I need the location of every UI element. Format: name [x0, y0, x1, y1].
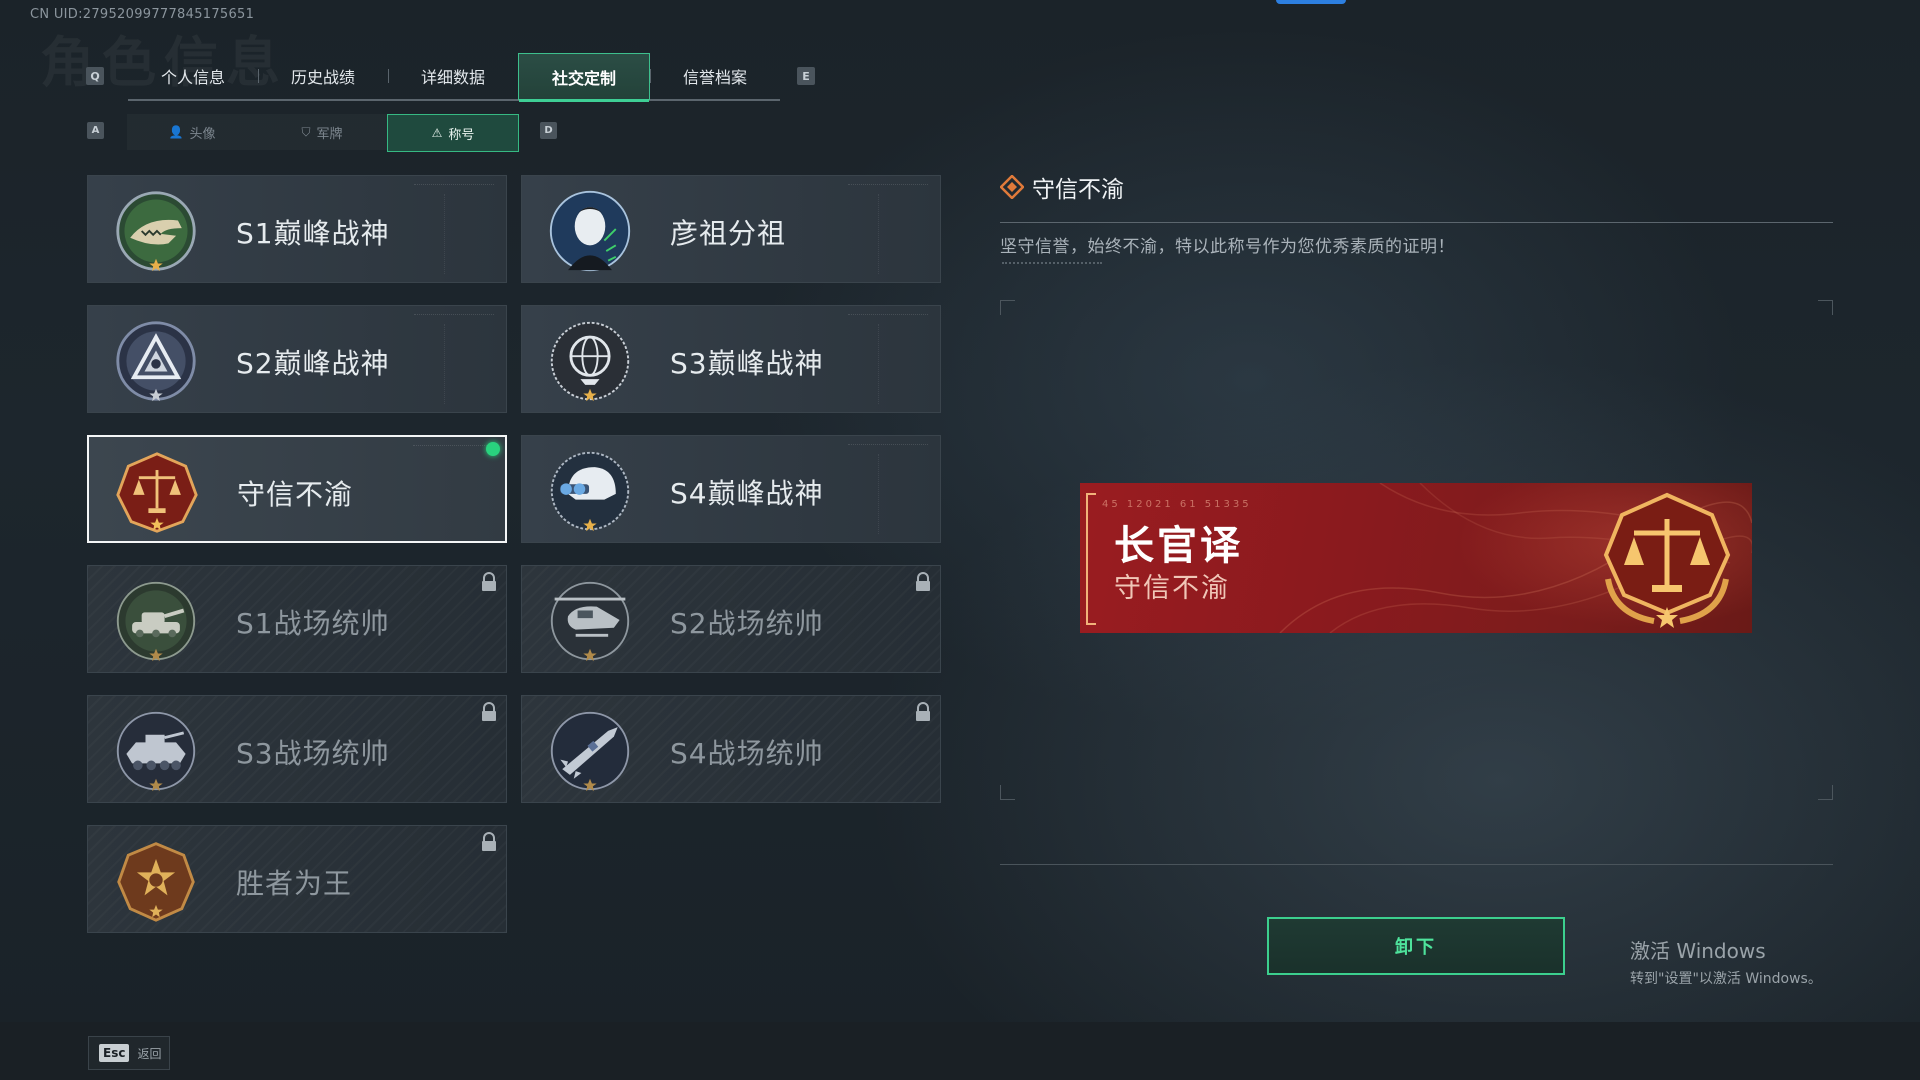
tab-detailed-data[interactable]: 详细数据	[388, 53, 518, 99]
tank-emblem-icon	[113, 578, 199, 664]
title-card-label: S2巅峰战神	[236, 347, 390, 380]
lock-icon	[916, 572, 930, 591]
helicopter-emblem-icon	[547, 578, 633, 664]
helmet-emblem-icon	[547, 448, 633, 534]
back-button[interactable]: Esc 返回	[88, 1036, 170, 1070]
title-card[interactable]: S3巅峰战神	[521, 305, 941, 413]
detail-title-text: 守信不渝	[1032, 177, 1124, 203]
missile-emblem-icon	[547, 708, 633, 794]
top-indicator	[1276, 0, 1346, 4]
title-card-label: 胜者为王	[236, 867, 353, 900]
detail-description: 坚守信誉，始终不渝，特以此称号作为您优秀素质的证明！	[1000, 237, 1455, 257]
equipped-indicator	[486, 442, 500, 456]
activation-line2: 转到"设置"以激活 Windows。	[1630, 971, 1822, 987]
title-card-selected[interactable]: 守信不渝	[87, 435, 507, 543]
windows-activation-watermark: 激活 Windows 转到"设置"以激活 Windows。	[1630, 935, 1822, 988]
armored-vehicle-emblem-icon	[113, 708, 199, 794]
title-card-label: S2战场统帅	[670, 607, 824, 640]
lock-icon	[482, 572, 496, 591]
lock-icon	[482, 832, 496, 851]
footer-bar	[0, 1022, 1920, 1080]
title-card[interactable]: S2巅峰战神	[87, 305, 507, 413]
person-icon: 👤	[168, 125, 184, 139]
title-card[interactable]: S1巅峰战神	[87, 175, 507, 283]
title-card[interactable]: 彦祖分祖	[521, 175, 941, 283]
title-card-label: 守信不渝	[237, 478, 354, 511]
tab-personal-info[interactable]: 个人信息	[128, 53, 258, 99]
scales-emblem-icon	[1603, 492, 1731, 628]
detail-divider	[1000, 222, 1833, 223]
portrait-emblem-icon	[547, 188, 633, 274]
activation-line1: 激活 Windows	[1630, 939, 1766, 963]
tab-history[interactable]: 历史战绩	[258, 53, 388, 99]
next-tab-key-hint: E	[797, 67, 815, 85]
title-card[interactable]: S4巅峰战神	[521, 435, 941, 543]
main-tab-bar: 个人信息 历史战绩 详细数据 社交定制 信誉档案	[128, 53, 780, 102]
tab-credit-record[interactable]: 信誉档案	[650, 53, 780, 99]
back-label: 返回	[137, 1046, 162, 1061]
title-icon: ⚠	[431, 126, 443, 140]
title-card-label: S3战场统帅	[236, 737, 390, 770]
subtab-avatar[interactable]: 👤 头像	[127, 114, 257, 150]
scales-emblem-icon	[114, 449, 200, 535]
subtab-dogtag[interactable]: ⛉ 军牌	[257, 114, 387, 150]
title-card-locked[interactable]: 胜者为王	[87, 825, 507, 933]
title-card-locked[interactable]: S1战场统帅	[87, 565, 507, 673]
sub-tab-bar: 👤 头像 ⛉ 军牌 ⚠ 称号	[127, 114, 519, 152]
title-card-locked[interactable]: S3战场统帅	[87, 695, 507, 803]
prev-subtab-key-hint: A	[87, 122, 104, 139]
title-card-label: S1巅峰战神	[236, 217, 390, 250]
title-card-label: S4战场统帅	[670, 737, 824, 770]
detail-sub-divider	[1002, 262, 1102, 266]
title-card-label: 彦祖分祖	[670, 217, 787, 250]
nameplate-bracket	[1086, 493, 1096, 625]
esc-key: Esc	[99, 1044, 130, 1062]
crocodile-emblem-icon	[113, 188, 199, 274]
title-card-locked[interactable]: S2战场统帅	[521, 565, 941, 673]
prev-tab-key-hint: Q	[86, 67, 104, 85]
detail-title: 守信不渝	[1000, 170, 1124, 204]
tab-social-customization[interactable]: 社交定制	[518, 53, 650, 102]
lock-icon	[482, 702, 496, 721]
subtab-dogtag-label: 军牌	[316, 126, 343, 142]
globe-emblem-icon	[547, 318, 633, 404]
nameplate-title: 守信不渝	[1114, 573, 1230, 604]
unequip-button[interactable]: 卸下	[1267, 917, 1565, 975]
lock-icon	[916, 702, 930, 721]
winner-medal-emblem-icon	[113, 838, 199, 924]
subtab-title[interactable]: ⚠ 称号	[387, 114, 519, 152]
bottom-divider	[1000, 864, 1833, 865]
next-subtab-key-hint: D	[540, 122, 557, 139]
title-card-label: S1战场统帅	[236, 607, 390, 640]
diamond-icon	[1000, 175, 1024, 199]
nameplate-preview: 45 12021 61 51335 长官译 守信不渝	[1080, 483, 1752, 633]
title-card-locked[interactable]: S4战场统帅	[521, 695, 941, 803]
dogtag-icon: ⛉	[301, 124, 311, 139]
title-card-label: S4巅峰战神	[670, 477, 824, 510]
nameplate-player-name: 长官译	[1114, 523, 1243, 569]
triangle-emblem-icon	[113, 318, 199, 404]
nameplate-code: 45 12021 61 51335	[1102, 499, 1252, 510]
subtab-title-label: 称号	[448, 127, 475, 143]
title-card-label: S3巅峰战神	[670, 347, 824, 380]
subtab-avatar-label: 头像	[189, 126, 216, 142]
